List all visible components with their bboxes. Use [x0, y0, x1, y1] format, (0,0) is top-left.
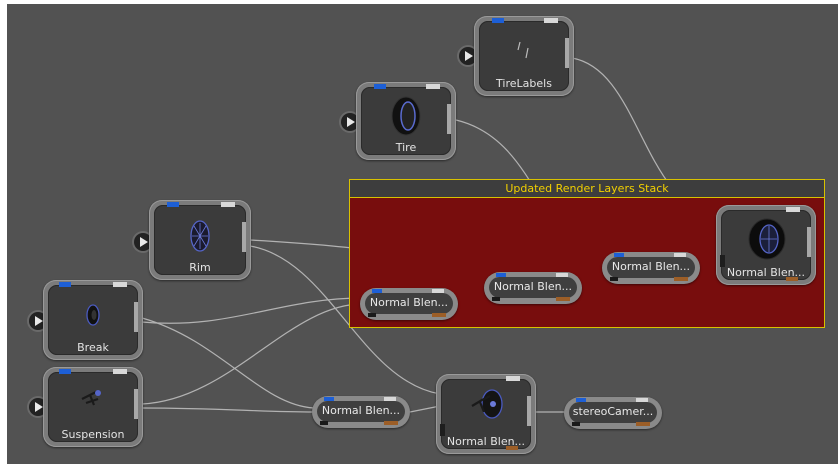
node-blend-final-bottom[interactable]: Normal Blen...: [436, 374, 536, 454]
tire-thumbnail-icon: [391, 96, 421, 136]
node-label: Suspension: [61, 428, 125, 441]
node-label: Break: [77, 341, 109, 354]
blend-pill-group-3[interactable]: Normal Blen...: [602, 252, 700, 284]
node-tire[interactable]: Tire: [356, 82, 456, 160]
group-title: Updated Render Layers Stack: [350, 180, 824, 198]
blend-pill-bottom[interactable]: Normal Blen...: [312, 396, 410, 428]
stereo-camera-node[interactable]: stereoCamer...: [564, 397, 662, 429]
node-blend-final-group[interactable]: Normal Blen...: [716, 205, 816, 285]
tire-labels-thumbnail-icon: [517, 41, 529, 59]
node-tirelabels[interactable]: TireLabels: [474, 16, 574, 96]
node-label: TireLabels: [496, 77, 552, 90]
wheel-thumbnail-icon: [748, 218, 786, 260]
assembled-wheel-thumbnail-icon: [471, 389, 503, 419]
blend-pill-group-2[interactable]: Normal Blen...: [484, 272, 582, 304]
rim-thumbnail-icon: [190, 220, 210, 252]
node-label: Tire: [395, 141, 417, 154]
node-label: Normal Blen...: [446, 435, 526, 448]
node-suspension[interactable]: Suspension: [43, 367, 143, 447]
node-rim[interactable]: Rim: [149, 200, 251, 280]
node-label: Rim: [189, 261, 211, 274]
node-break[interactable]: Break: [43, 280, 143, 360]
suspension-thumbnail-icon: [81, 390, 101, 406]
blend-pill-group-1[interactable]: Normal Blen...: [360, 288, 458, 320]
node-label: Normal Blen...: [726, 266, 806, 279]
brake-thumbnail-icon: [86, 304, 100, 326]
